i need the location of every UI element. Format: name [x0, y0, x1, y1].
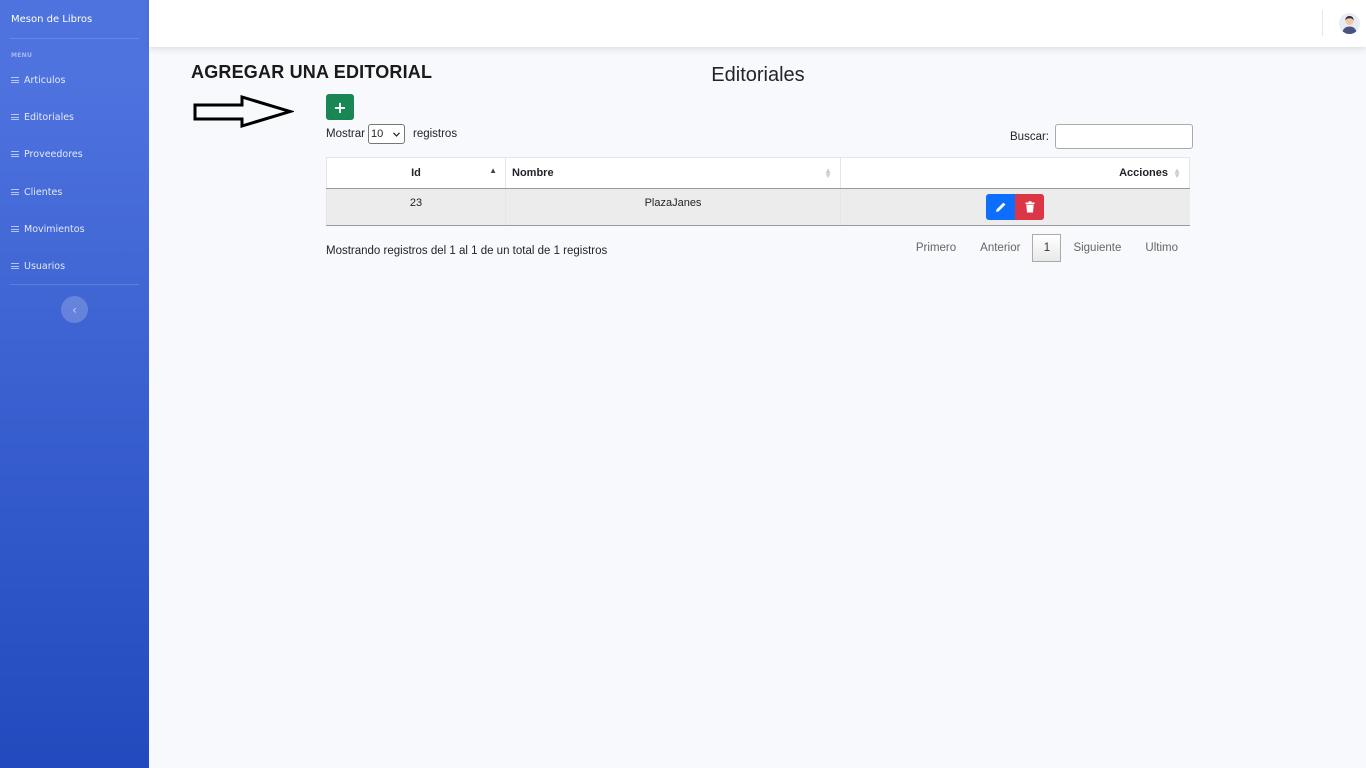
table-row: 23 PlazaJanes: [326, 188, 1190, 226]
sidebar-item-usuarios[interactable]: Usuarios: [11, 258, 65, 274]
page-length-control: Mostrar 10 registros: [326, 124, 457, 144]
search-input[interactable]: [1055, 124, 1193, 149]
add-editorial-button[interactable]: +: [326, 94, 354, 120]
user-avatar-icon: [1342, 16, 1357, 34]
column-header-label: Nombre: [512, 167, 554, 179]
topbar-divider: [1322, 10, 1323, 36]
sidebar-item-label: Usuarios: [24, 260, 66, 272]
column-header-label: Acciones: [1119, 167, 1168, 179]
sidebar-item-label: Clientes: [24, 186, 63, 198]
cell-id: 23: [326, 188, 506, 226]
pencil-icon: [995, 202, 1006, 212]
page-length-value: 10: [370, 128, 384, 140]
sidebar-item-editoriales[interactable]: Editoriales: [11, 109, 74, 125]
trash-icon: [1025, 201, 1035, 213]
pagination-prev[interactable]: Anterior: [968, 242, 1032, 254]
pagination-next[interactable]: Siguiente: [1061, 242, 1133, 254]
table-icon: [11, 188, 19, 196]
table-icon: [11, 76, 19, 84]
sidebar-item-clientes[interactable]: Clientes: [11, 184, 62, 200]
sidebar-item-label: Movimientos: [24, 223, 85, 235]
table-info: Mostrando registros del 1 al 1 de un tot…: [326, 245, 608, 257]
cell-nombre: PlazaJanes: [505, 188, 841, 226]
column-header-id[interactable]: Id ▲: [326, 157, 506, 189]
sidebar-toggle-button[interactable]: ‹: [61, 296, 88, 323]
length-suffix: registros: [412, 128, 458, 140]
topbar: [149, 0, 1366, 47]
length-prefix: Mostrar: [326, 128, 365, 140]
table-header-row: Id ▲ Nombre ▲ ▼ Acciones ▲ ▼: [326, 157, 1190, 189]
sidebar: Meson de Libros MENU Articulos Editorial…: [0, 0, 149, 768]
table-icon: [11, 262, 19, 270]
column-header-nombre[interactable]: Nombre ▲ ▼: [505, 157, 841, 189]
sort-icon: ▲ ▼: [824, 166, 832, 180]
sidebar-divider: [10, 38, 139, 39]
search-control: Buscar:: [1010, 124, 1193, 149]
page-title: Editoriales: [711, 64, 805, 86]
sidebar-divider: [10, 284, 139, 285]
sidebar-item-movimientos[interactable]: Movimientos: [11, 221, 85, 237]
table-icon: [11, 113, 19, 121]
delete-button[interactable]: [1015, 194, 1045, 220]
edit-button[interactable]: [986, 194, 1016, 220]
sort-asc-icon: ▲: [489, 166, 497, 175]
column-header-label: Id: [411, 167, 421, 179]
sidebar-heading: MENU: [11, 52, 33, 59]
sidebar-item-label: Editoriales: [24, 111, 75, 123]
page-length-select[interactable]: 10: [367, 124, 405, 144]
table-icon: [11, 225, 19, 233]
plus-icon: +: [333, 97, 347, 117]
pagination-last[interactable]: Ultimo: [1133, 242, 1190, 254]
arrow-right-icon: [193, 94, 294, 129]
sidebar-item-proveedores[interactable]: Proveedores: [11, 146, 83, 162]
pagination-first[interactable]: Primero: [904, 242, 968, 254]
sort-icon: ▲ ▼: [1173, 166, 1181, 180]
pagination-current-page[interactable]: 1: [1032, 234, 1062, 262]
pagination: Primero Anterior 1 Siguiente Ultimo: [904, 234, 1190, 262]
chevron-down-icon: [393, 131, 400, 137]
cell-acciones: [840, 188, 1190, 226]
chevron-left-icon: ‹: [72, 302, 77, 317]
sidebar-item-label: Proveedores: [24, 148, 83, 160]
user-avatar[interactable]: [1339, 13, 1360, 34]
sidebar-item-articulos[interactable]: Articulos: [11, 72, 65, 88]
sidebar-item-label: Articulos: [24, 74, 66, 86]
search-label: Buscar:: [1010, 130, 1049, 143]
editoriales-table: Id ▲ Nombre ▲ ▼ Acciones ▲ ▼ 23 PlazaJanes: [326, 157, 1190, 226]
table-icon: [11, 150, 19, 158]
column-header-acciones[interactable]: Acciones ▲ ▼: [840, 157, 1190, 189]
brand-title[interactable]: Meson de Libros: [11, 14, 92, 25]
